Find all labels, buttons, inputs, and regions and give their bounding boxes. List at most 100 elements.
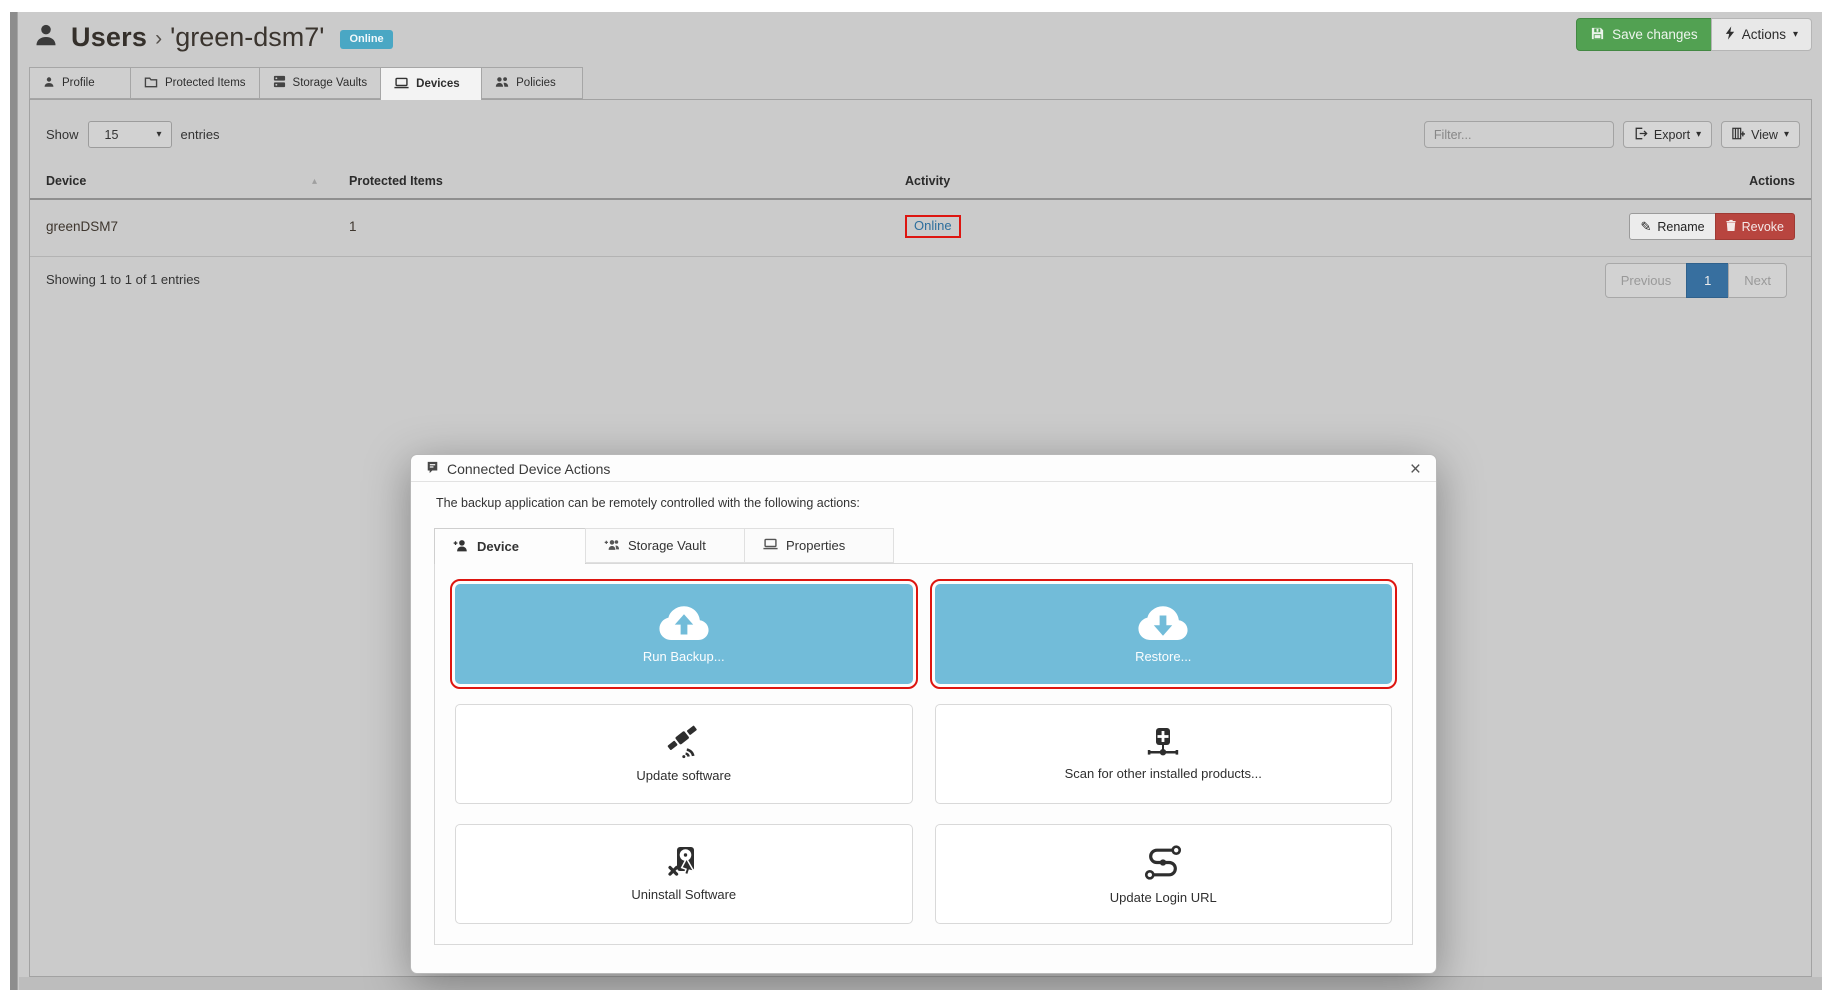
pagination: Previous 1 Next xyxy=(1605,263,1787,298)
cloud-download-icon xyxy=(1138,605,1188,640)
save-changes-label: Save changes xyxy=(1612,27,1698,42)
tab-label: Policies xyxy=(516,77,556,89)
devices-table: Device ▴ Protected Items Activity Action… xyxy=(30,162,1811,257)
trash-icon xyxy=(1726,219,1736,235)
people-plus-icon xyxy=(604,538,620,554)
modal-tab-label: Properties xyxy=(786,538,845,553)
tab-storage-vaults[interactable]: Storage Vaults xyxy=(259,67,382,99)
activity-cell: Online xyxy=(889,199,1491,257)
modal-tab-label: Storage Vault xyxy=(628,538,706,553)
action-label: Scan for other installed products... xyxy=(1065,766,1262,781)
tab-label: Storage Vaults xyxy=(293,77,368,89)
revoke-label: Revoke xyxy=(1742,220,1784,234)
screen: Users › 'green-dsm7' Online Save changes… xyxy=(0,0,1832,990)
modal-title: Connected Device Actions xyxy=(447,461,610,477)
laptop-icon xyxy=(763,538,778,553)
laptop-icon xyxy=(394,77,409,92)
device-actions-icon xyxy=(426,461,439,477)
action-label: Update software xyxy=(636,768,731,783)
modal-tab-properties[interactable]: Properties xyxy=(744,528,894,563)
server-icon xyxy=(273,75,286,91)
tab-label: Devices xyxy=(416,78,459,90)
breadcrumb-separator: › xyxy=(155,27,162,51)
chevron-down-icon: ▾ xyxy=(1784,130,1789,140)
page-size-control: Show 15 ▾ entries xyxy=(46,121,220,148)
column-label: Device xyxy=(46,174,86,188)
scan-products-button[interactable]: Scan for other installed products... xyxy=(935,704,1393,804)
footer-strip xyxy=(19,977,1822,990)
page-subtitle: 'green-dsm7' xyxy=(170,22,324,53)
save-changes-button[interactable]: Save changes xyxy=(1576,18,1712,51)
device-name-cell: greenDSM7 xyxy=(30,199,333,257)
view-button[interactable]: View ▾ xyxy=(1721,121,1800,148)
protected-items-cell: 1 xyxy=(333,199,889,257)
modal-tab-device[interactable]: Device xyxy=(434,528,586,564)
floppy-disk-icon xyxy=(1590,26,1605,44)
page-size-select[interactable]: 15 ▾ xyxy=(88,121,172,148)
entries-summary: Showing 1 to 1 of 1 entries xyxy=(46,272,200,287)
chevron-down-icon: ▾ xyxy=(1793,30,1798,40)
column-protected-items[interactable]: Protected Items xyxy=(333,162,889,199)
person-icon xyxy=(43,76,55,91)
chevron-down-icon: ▾ xyxy=(157,130,162,140)
actions-button[interactable]: Actions ▾ xyxy=(1711,18,1812,51)
action-label: Uninstall Software xyxy=(631,887,736,902)
online-link[interactable]: Online xyxy=(914,218,952,233)
action-label: Restore... xyxy=(1135,649,1191,664)
tab-bar: Profile Protected Items Storage Vaults D… xyxy=(29,67,583,100)
export-button[interactable]: Export ▾ xyxy=(1623,121,1712,148)
entries-label: entries xyxy=(181,127,220,142)
table-footer: Showing 1 to 1 of 1 entries Previous 1 N… xyxy=(30,257,1811,298)
satellite-icon xyxy=(666,725,702,759)
modal-body: The backup application can be remotely c… xyxy=(411,482,1436,945)
header-buttons: Save changes Actions ▾ xyxy=(1576,18,1812,51)
page-size-value: 15 xyxy=(105,128,119,142)
previous-page-button[interactable]: Previous xyxy=(1605,263,1688,298)
column-activity[interactable]: Activity xyxy=(889,162,1491,199)
action-label: Run Backup... xyxy=(643,649,725,664)
current-page-button[interactable]: 1 xyxy=(1686,263,1729,298)
uninstall-software-button[interactable]: Uninstall Software xyxy=(455,824,913,924)
status-badge: Online xyxy=(340,30,392,49)
tab-protected-items[interactable]: Protected Items xyxy=(130,67,260,99)
sidebar-edge xyxy=(10,12,18,990)
filter-input[interactable] xyxy=(1424,121,1614,148)
tab-devices[interactable]: Devices xyxy=(380,67,482,100)
row-actions-cell: ✎ Rename Revoke xyxy=(1491,199,1811,257)
show-label: Show xyxy=(46,127,79,142)
table-toolbar: Show 15 ▾ entries Export ▾ xyxy=(30,100,1811,162)
revoke-button[interactable]: Revoke xyxy=(1715,213,1795,240)
next-page-button[interactable]: Next xyxy=(1728,263,1787,298)
connected-device-actions-modal: Connected Device Actions × The backup ap… xyxy=(410,454,1437,974)
sort-asc-icon: ▴ xyxy=(312,176,317,187)
annotation-highlight: Online xyxy=(905,215,961,238)
uninstall-disk-icon xyxy=(667,847,701,878)
action-label: Update Login URL xyxy=(1110,890,1217,905)
column-device[interactable]: Device ▴ xyxy=(30,162,333,199)
update-login-url-button[interactable]: Update Login URL xyxy=(935,824,1393,924)
restore-button[interactable]: Restore... xyxy=(935,584,1393,684)
tab-policies[interactable]: Policies xyxy=(481,67,583,99)
pencil-icon: ✎ xyxy=(1640,219,1651,235)
page-header: Users › 'green-dsm7' Online xyxy=(33,22,393,53)
person-plus-icon xyxy=(453,539,469,555)
modal-tab-bar: Device Storage Vault Properties xyxy=(434,528,1413,563)
network-scan-icon xyxy=(1143,728,1183,757)
rename-button[interactable]: ✎ Rename xyxy=(1629,213,1715,240)
page-title: Users xyxy=(71,22,147,53)
modal-tab-storage-vault[interactable]: Storage Vault xyxy=(585,528,745,563)
update-software-button[interactable]: Update software xyxy=(455,704,913,804)
folder-icon xyxy=(144,76,158,91)
column-actions: Actions xyxy=(1491,162,1811,199)
modal-tab-panel: Run Backup... Restore... Update software xyxy=(434,563,1413,945)
run-backup-button[interactable]: Run Backup... xyxy=(455,584,913,684)
tab-profile[interactable]: Profile xyxy=(29,67,131,99)
tab-label: Profile xyxy=(62,77,95,89)
modal-header: Connected Device Actions × xyxy=(411,455,1436,482)
people-icon xyxy=(495,76,509,91)
table-row: greenDSM7 1 Online ✎ xyxy=(30,199,1811,257)
columns-icon xyxy=(1732,127,1745,143)
export-label: Export xyxy=(1654,128,1690,142)
table-actions: Export ▾ View ▾ xyxy=(1424,121,1800,148)
close-icon[interactable]: × xyxy=(1410,460,1421,479)
